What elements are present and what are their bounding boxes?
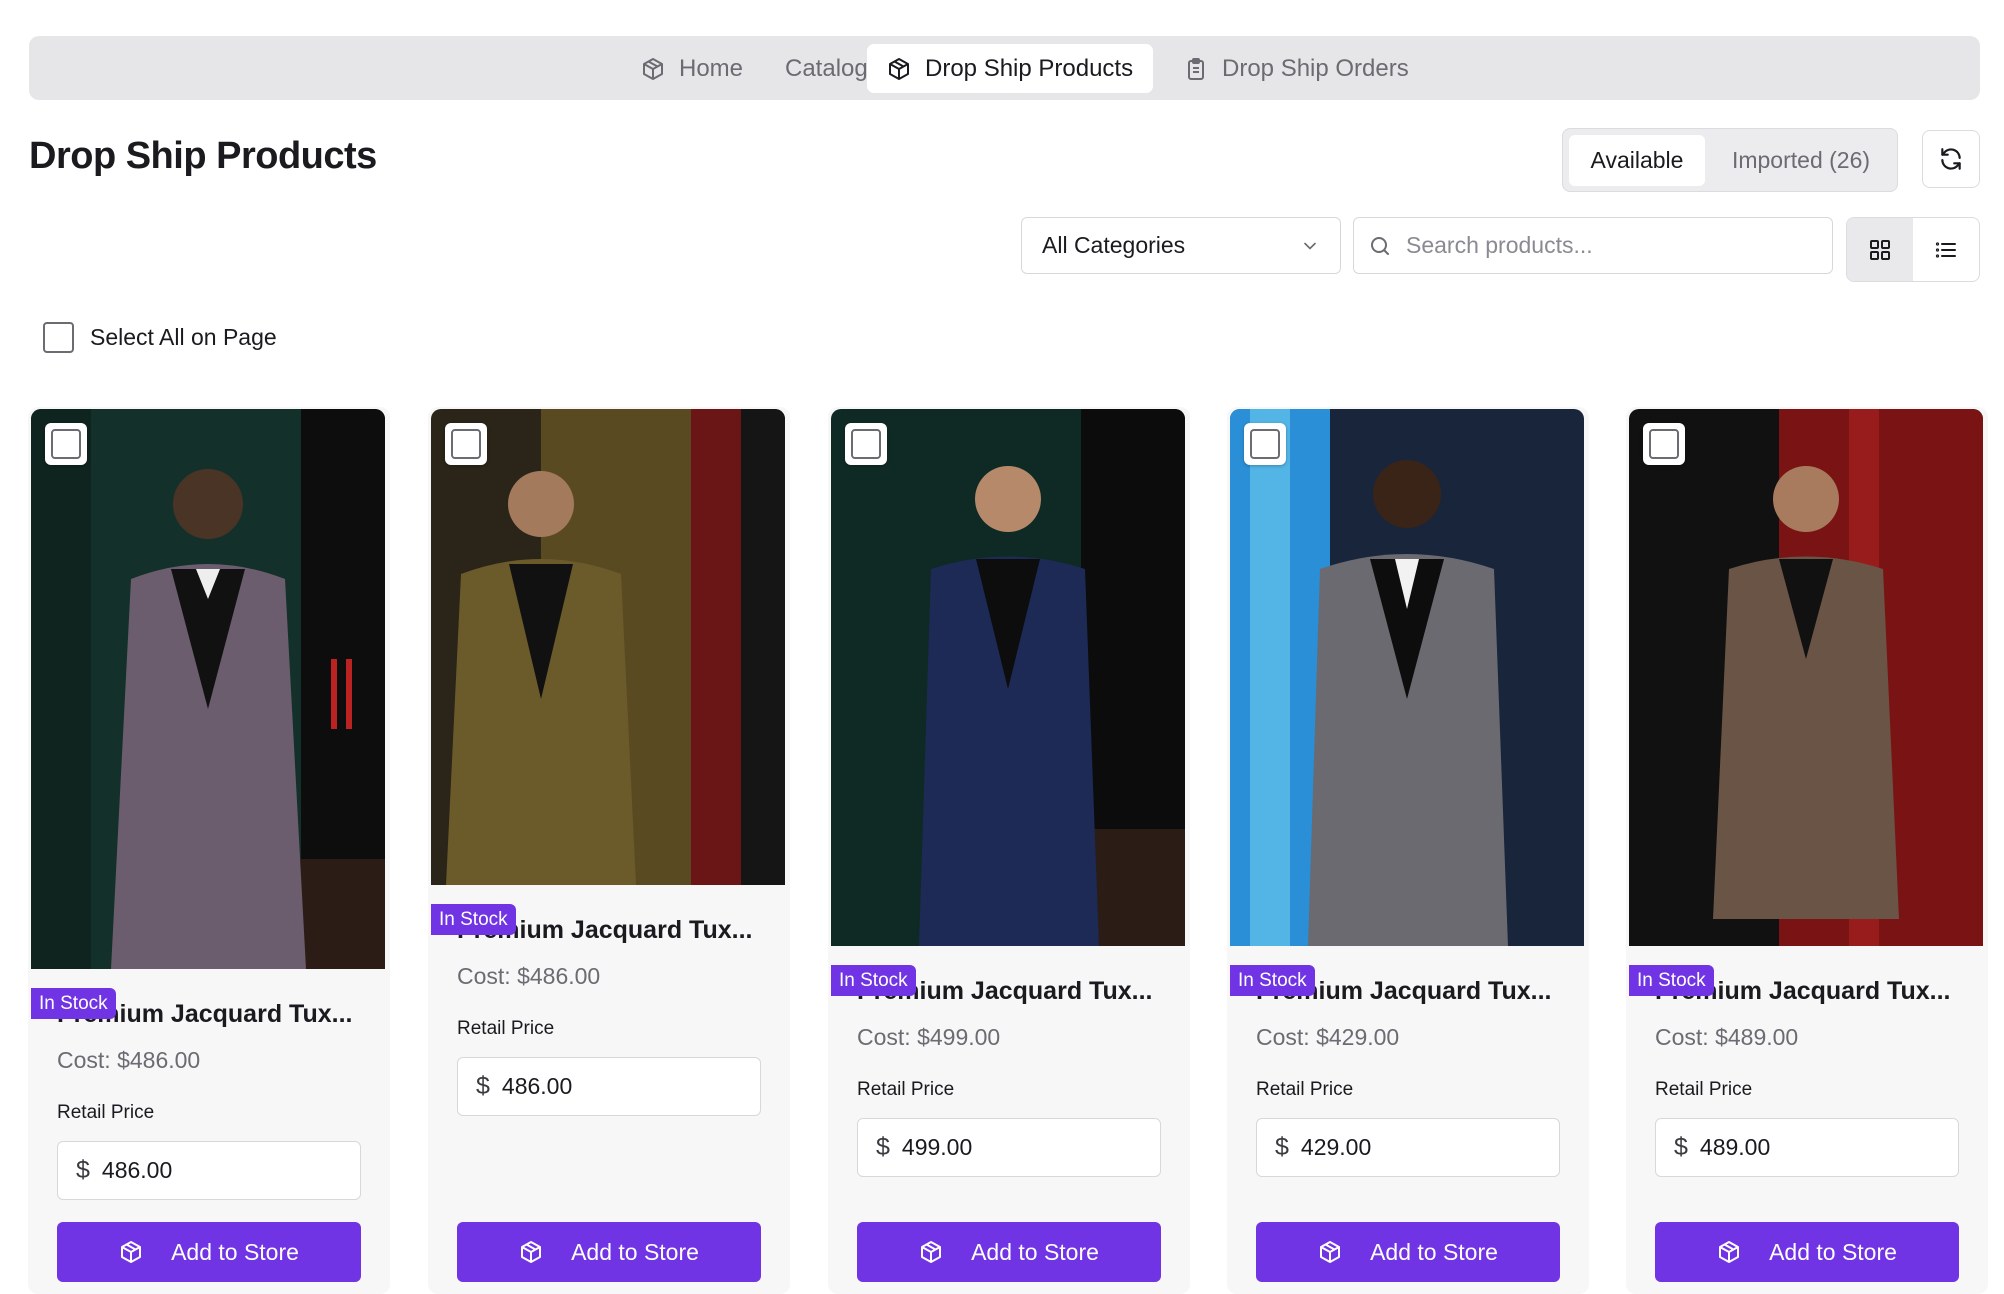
status-tabs: Available Imported (26): [1562, 128, 1898, 192]
retail-price-value: 486.00: [501, 1073, 573, 1099]
product-image: [831, 409, 1185, 946]
add-to-store-label: Add to Store: [1370, 1238, 1498, 1265]
nav-label: Home: [679, 54, 744, 82]
box-icon: [921, 1241, 942, 1263]
add-to-store-label: Add to Store: [571, 1238, 699, 1265]
product-card: In Stock Premium Jacquard Tux... Cost: $…: [828, 407, 1190, 1294]
add-to-store-button[interactable]: Add to Store: [1256, 1222, 1560, 1282]
search-input[interactable]: [1406, 232, 1806, 259]
retail-price-input[interactable]: $ 429.00: [1256, 1118, 1560, 1177]
product-checkbox[interactable]: [845, 423, 887, 465]
product-checkbox[interactable]: [1244, 423, 1286, 465]
refresh-button[interactable]: [1922, 130, 1980, 188]
add-to-store-button[interactable]: Add to Store: [57, 1222, 361, 1282]
product-card: In Stock Premium Jacquard Tux... Cost: $…: [28, 407, 390, 1294]
stock-badge: In Stock: [431, 904, 516, 935]
currency-symbol: $: [476, 1072, 490, 1100]
list-view-button[interactable]: [1913, 218, 1979, 281]
retail-price-label: Retail Price: [1256, 1079, 1354, 1100]
view-toggle: [1846, 217, 1980, 282]
box-icon: [521, 1241, 542, 1263]
retail-price-value: 486.00: [101, 1157, 173, 1183]
grid-icon: [1870, 239, 1890, 260]
product-cost: Cost: $489.00: [1655, 1024, 1799, 1050]
stock-badge: In Stock: [1629, 965, 1714, 996]
nav-label: Drop Ship Products: [925, 54, 1134, 82]
retail-price-input[interactable]: $ 499.00: [857, 1118, 1161, 1177]
category-select[interactable]: All Categories: [1021, 217, 1341, 274]
product-checkbox[interactable]: [1643, 423, 1685, 465]
retail-price-value: 499.00: [901, 1134, 973, 1160]
stock-badge: In Stock: [31, 988, 116, 1019]
chevron-down-icon: [1304, 242, 1316, 250]
product-image: [31, 409, 385, 969]
select-all-checkbox[interactable]: [43, 322, 74, 353]
box-icon: [889, 57, 909, 80]
retail-price-label: Retail Price: [457, 1018, 555, 1039]
category-select-value: All Categories: [1042, 232, 1186, 258]
search-box[interactable]: [1353, 217, 1833, 274]
nav-label: Drop Ship Orders: [1222, 54, 1409, 82]
select-all-on-page[interactable]: Select All on Page: [43, 322, 277, 353]
refresh-icon: [1941, 148, 1961, 170]
product-card: In Stock Premium Jacquard Tux... Cost: $…: [1227, 407, 1589, 1294]
retail-price-input[interactable]: $ 486.00: [457, 1057, 761, 1116]
add-to-store-label: Add to Store: [971, 1238, 1099, 1265]
currency-symbol: $: [76, 1156, 90, 1184]
nav-label: Catalog: [785, 54, 868, 82]
add-to-store-label: Add to Store: [1769, 1238, 1897, 1265]
stock-badge: In Stock: [1230, 965, 1315, 996]
add-to-store-button[interactable]: Add to Store: [857, 1222, 1161, 1282]
retail-price-label: Retail Price: [1655, 1079, 1753, 1100]
box-icon: [643, 57, 663, 80]
currency-symbol: $: [876, 1133, 890, 1161]
add-to-store-button[interactable]: Add to Store: [1655, 1222, 1959, 1282]
product-cost: Cost: $486.00: [457, 963, 601, 989]
product-cost: Cost: $486.00: [57, 1047, 201, 1073]
retail-price-value: 489.00: [1699, 1134, 1771, 1160]
page-title: Drop Ship Products: [29, 135, 377, 177]
retail-price-input[interactable]: $ 489.00: [1655, 1118, 1959, 1177]
tab-imported[interactable]: Imported (26): [1709, 135, 1893, 186]
add-to-store-button[interactable]: Add to Store: [457, 1222, 761, 1282]
retail-price-label: Retail Price: [57, 1102, 155, 1123]
list-icon: [1935, 241, 1956, 258]
currency-symbol: $: [1674, 1133, 1688, 1161]
grid-view-button[interactable]: [1847, 218, 1913, 281]
box-icon: [1719, 1241, 1740, 1263]
stock-badge: In Stock: [831, 965, 916, 996]
retail-price-value: 429.00: [1300, 1134, 1372, 1160]
box-icon: [121, 1241, 142, 1263]
top-nav: Home Catalog Drop Ship Products Drop Shi…: [29, 36, 1980, 100]
nav-drop-ship-products[interactable]: Drop Ship Products: [867, 44, 1154, 93]
box-icon: [1320, 1241, 1341, 1263]
product-image: [1629, 409, 1983, 946]
clipboard-icon: [1188, 57, 1204, 80]
retail-price-label: Retail Price: [857, 1079, 955, 1100]
currency-symbol: $: [1275, 1133, 1289, 1161]
nav-home[interactable]: Home: [621, 44, 763, 93]
product-cost: Cost: $429.00: [1256, 1024, 1400, 1050]
product-image: [1230, 409, 1584, 946]
nav-drop-ship-orders[interactable]: Drop Ship Orders: [1164, 44, 1429, 93]
select-all-label: Select All on Page: [90, 324, 277, 350]
product-card: In Stock Premium Jacquard Tux... Cost: $…: [428, 407, 790, 1294]
search-icon: [1371, 236, 1389, 255]
product-card: In Stock Premium Jacquard Tux... Cost: $…: [1626, 407, 1988, 1294]
retail-price-input[interactable]: $ 486.00: [57, 1141, 361, 1200]
add-to-store-label: Add to Store: [171, 1238, 299, 1265]
product-cost: Cost: $499.00: [857, 1024, 1001, 1050]
product-checkbox[interactable]: [445, 423, 487, 465]
tab-available[interactable]: Available: [1569, 135, 1705, 186]
product-checkbox[interactable]: [45, 423, 87, 465]
product-image: [431, 409, 785, 885]
